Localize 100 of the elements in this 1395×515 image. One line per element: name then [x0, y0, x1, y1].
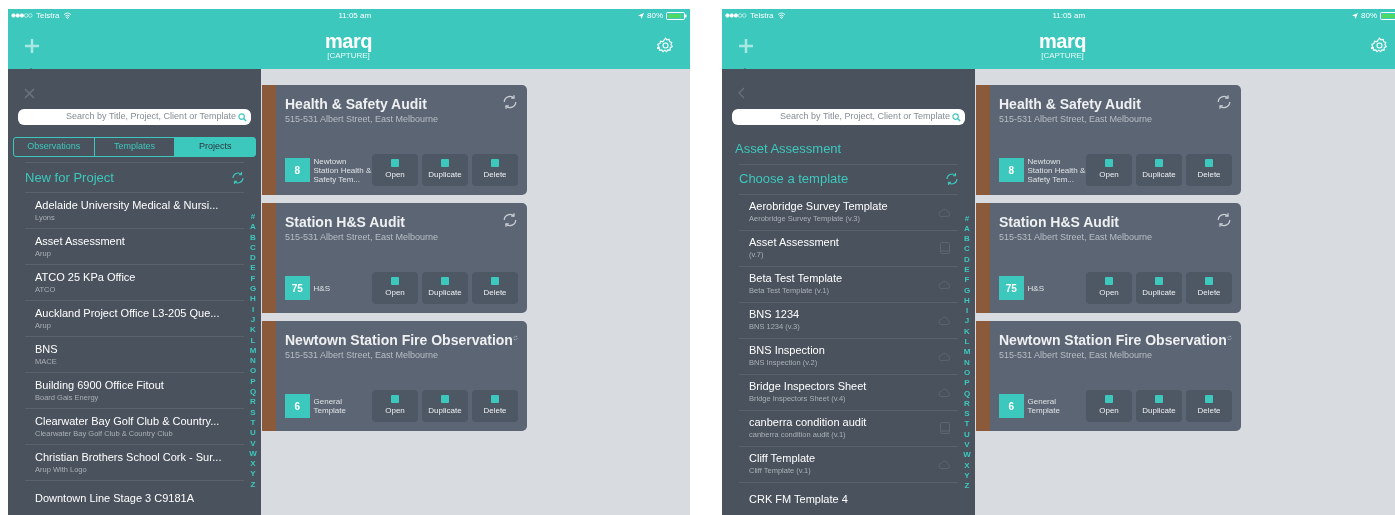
- index-letter[interactable]: G: [963, 285, 971, 296]
- index-letter[interactable]: S: [964, 409, 970, 420]
- index-letter[interactable]: M: [249, 345, 257, 357]
- index-letter[interactable]: O: [249, 366, 257, 377]
- card-action-button[interactable]: Delete: [1186, 390, 1232, 422]
- index-letter[interactable]: N: [964, 357, 970, 368]
- index-letter[interactable]: I: [965, 306, 969, 317]
- index-letter[interactable]: R: [250, 397, 256, 408]
- plus-icon[interactable]: [24, 37, 40, 54]
- index-letter[interactable]: F: [250, 273, 256, 285]
- list-item[interactable]: CRK FM Template 4: [739, 481, 958, 515]
- segment-tab[interactable]: Projects: [174, 138, 255, 156]
- card-action-button[interactable]: Duplicate: [422, 390, 468, 422]
- card-title: Newtown Station Fire Observation: [285, 331, 513, 350]
- index-letter[interactable]: E: [964, 265, 970, 276]
- index-letter[interactable]: U: [250, 428, 256, 439]
- index-letter[interactable]: A: [250, 222, 256, 233]
- index-letter[interactable]: Q: [963, 388, 971, 399]
- index-letter[interactable]: Z: [250, 479, 256, 490]
- index-letter[interactable]: N: [250, 356, 256, 367]
- index-letter[interactable]: H: [250, 294, 256, 305]
- card-action-button[interactable]: Duplicate: [1136, 390, 1182, 422]
- index-letter[interactable]: K: [250, 325, 256, 336]
- index-letter[interactable]: M: [963, 347, 971, 358]
- index-letter[interactable]: P: [250, 376, 256, 388]
- project-card[interactable]: Health & Safety Audit 515-531 Albert Street, East Melbourne 8 Newtown Station Health & Safety Tem... Open Duplicate Delete: [990, 85, 1241, 195]
- index-letter[interactable]: T: [964, 419, 970, 430]
- project-card[interactable]: Station H&S Audit 515-531 Albert Street, East Melbourne 75 H&S Open Duplicate Delete: [276, 203, 527, 313]
- index-letter[interactable]: V: [964, 440, 970, 451]
- card-action-button[interactable]: Open: [372, 272, 418, 304]
- index-letter[interactable]: W: [963, 450, 971, 461]
- index-letter[interactable]: S: [250, 407, 256, 418]
- card-action-button[interactable]: Open: [1086, 154, 1132, 186]
- sync-icon[interactable]: [1216, 94, 1232, 110]
- index-letter[interactable]: J: [250, 314, 256, 326]
- search-field[interactable]: Search by Title, Project, Client or Template: [732, 109, 965, 125]
- list-item[interactable]: Downtown Line Stage 3 C9181A: [25, 480, 244, 515]
- back-chevron-icon[interactable]: [738, 87, 745, 99]
- sync-icon[interactable]: [1216, 212, 1232, 228]
- index-letter[interactable]: U: [964, 429, 970, 441]
- index-letter[interactable]: X: [250, 459, 256, 470]
- card-action-button[interactable]: Open: [372, 154, 418, 186]
- index-letter[interactable]: C: [964, 244, 970, 255]
- card-action-button[interactable]: Delete: [1186, 154, 1232, 186]
- sync-icon[interactable]: [945, 172, 959, 186]
- plus-icon[interactable]: [738, 37, 754, 54]
- settings-icon[interactable]: [657, 37, 674, 54]
- index-letter[interactable]: F: [964, 275, 970, 286]
- index-letter[interactable]: #: [964, 213, 970, 224]
- sync-icon[interactable]: [502, 212, 518, 228]
- close-icon[interactable]: [24, 87, 35, 99]
- sync-icon[interactable]: [502, 94, 518, 110]
- index-letter[interactable]: B: [250, 232, 256, 243]
- card-action-button[interactable]: Open: [372, 390, 418, 422]
- index-letter[interactable]: #: [250, 212, 256, 223]
- index-letter[interactable]: A: [964, 223, 970, 235]
- card-action-button[interactable]: Delete: [1186, 272, 1232, 304]
- index-letter[interactable]: X: [964, 460, 970, 471]
- index-letter[interactable]: Z: [964, 481, 970, 492]
- card-action-button[interactable]: Delete: [472, 154, 518, 186]
- search-field[interactable]: Search by Title, Project, Client or Template: [18, 109, 251, 125]
- index-letter[interactable]: P: [964, 378, 970, 389]
- settings-icon[interactable]: [1371, 37, 1388, 54]
- card-action-button[interactable]: Open: [1086, 272, 1132, 304]
- card-action-button[interactable]: Duplicate: [422, 272, 468, 304]
- index-letter[interactable]: R: [964, 398, 970, 410]
- segment-tab[interactable]: Observations: [14, 138, 94, 156]
- card-action-button[interactable]: Open: [1086, 390, 1132, 422]
- breadcrumb-title[interactable]: Asset Assessment: [735, 139, 962, 159]
- index-letter[interactable]: D: [964, 254, 970, 265]
- index-letter[interactable]: O: [963, 367, 971, 379]
- index-letter[interactable]: Y: [250, 469, 256, 480]
- card-action-button[interactable]: Delete: [472, 390, 518, 422]
- card-action-button[interactable]: Duplicate: [422, 154, 468, 186]
- card-action-button[interactable]: Duplicate: [1136, 272, 1182, 304]
- index-letter[interactable]: J: [964, 316, 970, 327]
- index-letter[interactable]: Q: [249, 387, 257, 398]
- card-action-button[interactable]: Delete: [472, 272, 518, 304]
- index-letter[interactable]: G: [249, 284, 257, 295]
- index-letter[interactable]: K: [964, 326, 970, 338]
- index-letter[interactable]: L: [250, 335, 256, 346]
- index-letter[interactable]: L: [964, 337, 970, 348]
- card-action-button[interactable]: Duplicate: [1136, 154, 1182, 186]
- project-card[interactable]: Health & Safety Audit 515-531 Albert Street, East Melbourne 8 Newtown Station Health & Safety Tem... Open Duplicate Delete: [276, 85, 527, 195]
- index-letter[interactable]: I: [251, 304, 255, 315]
- index-letter[interactable]: C: [250, 242, 256, 254]
- battery-percentage: 80%: [1361, 9, 1377, 22]
- index-letter[interactable]: D: [250, 253, 256, 264]
- index-letter[interactable]: H: [964, 295, 970, 307]
- index-letter[interactable]: T: [250, 417, 256, 429]
- project-card[interactable]: Newtown Station Fire Observation 515-531 Albert Street, East Melbourne 6 General Template Open Duplicate Delete: [990, 321, 1241, 431]
- index-letter[interactable]: E: [250, 263, 256, 274]
- logo-text: marq: [1039, 31, 1086, 51]
- index-letter[interactable]: V: [250, 438, 256, 449]
- index-letter[interactable]: Y: [964, 470, 970, 482]
- index-letter[interactable]: B: [964, 234, 970, 245]
- sync-icon[interactable]: [231, 170, 245, 185]
- project-card[interactable]: Newtown Station Fire Observation 515-531 Albert Street, East Melbourne 6 General Template Open Duplicate Delete: [276, 321, 527, 431]
- index-letter[interactable]: W: [249, 448, 257, 460]
- project-card[interactable]: Station H&S Audit 515-531 Albert Street, East Melbourne 75 H&S Open Duplicate Delete: [990, 203, 1241, 313]
